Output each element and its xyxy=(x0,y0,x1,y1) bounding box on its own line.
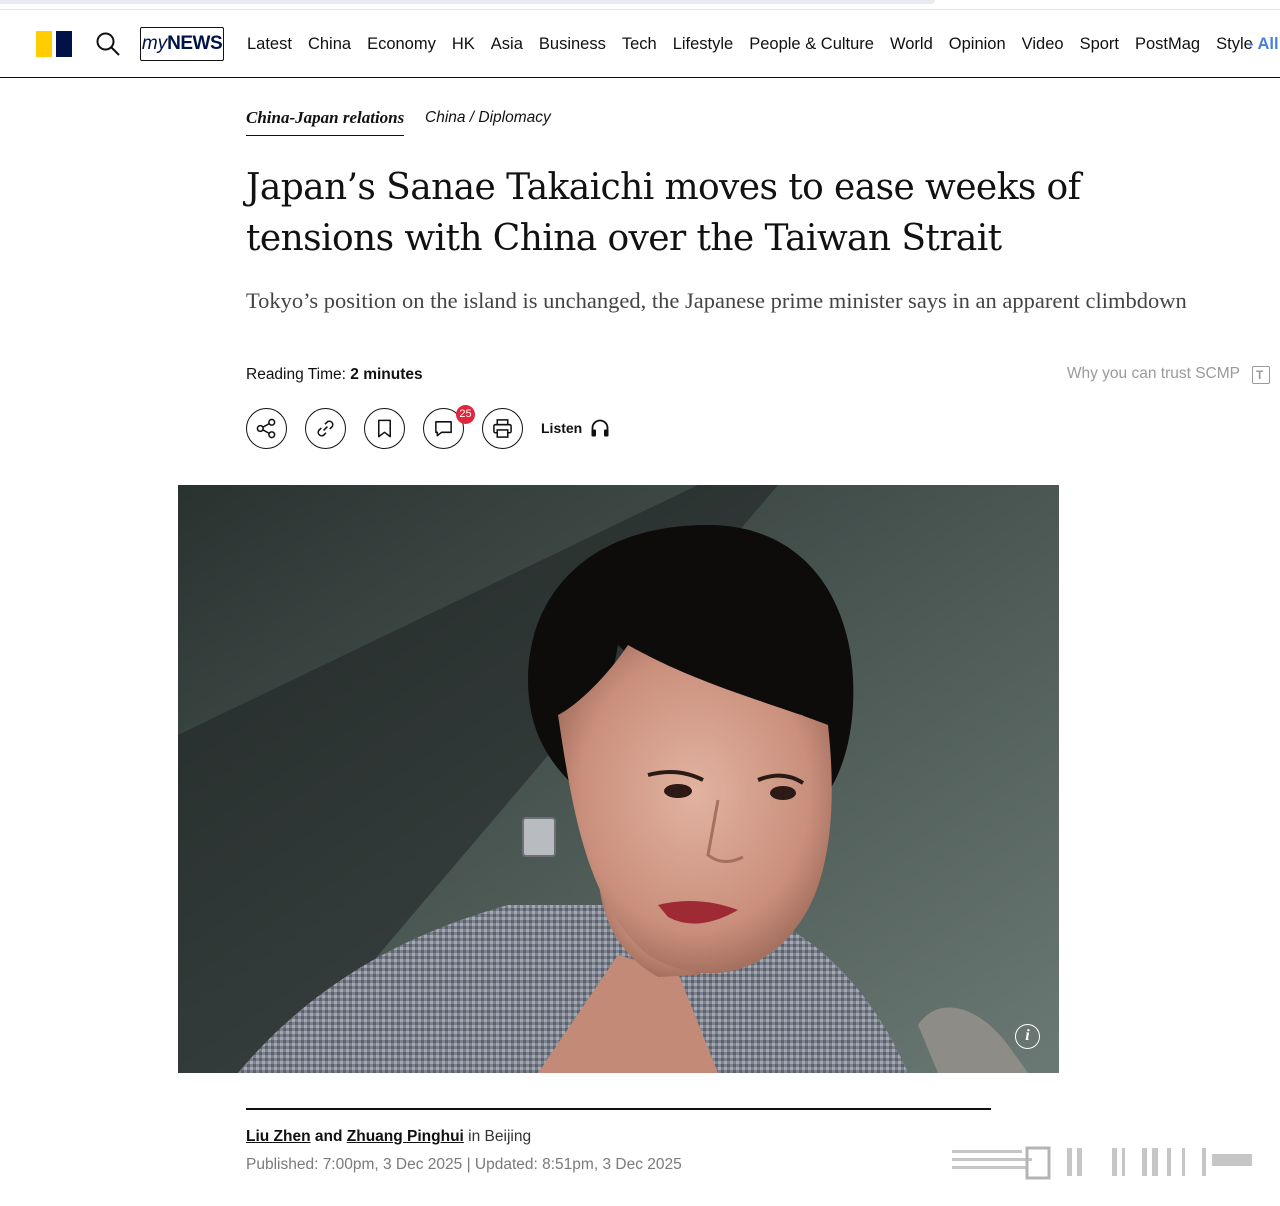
nav-economy[interactable]: Economy xyxy=(359,33,444,55)
nav-hk[interactable]: HK xyxy=(444,33,483,55)
print-icon xyxy=(493,419,512,438)
reading-time-value: 2 minutes xyxy=(350,366,423,383)
byline: Liu Zhen and Zhuang Pinghui in Beijing xyxy=(246,1128,531,1146)
tab-strip-shadow xyxy=(0,0,935,4)
nav-postmag[interactable]: PostMag xyxy=(1127,33,1208,55)
mynews-my-text: my xyxy=(141,33,168,54)
publish-dates: Published: 7:00pm, 3 Dec 2025 | Updated:… xyxy=(246,1156,682,1173)
hero-photo xyxy=(178,485,1059,1073)
scmp-logo[interactable] xyxy=(36,31,73,57)
search-icon[interactable] xyxy=(95,31,121,57)
article-subhead: Tokyo’s position on the island is unchan… xyxy=(246,288,1187,313)
nav-people-culture[interactable]: People & Culture xyxy=(741,33,882,55)
nav-lifestyle[interactable]: Lifestyle xyxy=(665,33,742,55)
link-icon xyxy=(317,420,334,437)
nav-asia[interactable]: Asia xyxy=(483,33,531,55)
image-info-icon[interactable]: i xyxy=(1015,1024,1040,1049)
comment-count-badge: 25 xyxy=(456,405,475,424)
nav-all-link[interactable]: - All xyxy=(1248,33,1279,55)
mynews-button[interactable]: myNEWS xyxy=(140,27,224,61)
nav-tech[interactable]: Tech xyxy=(614,33,665,55)
blurred-barcode-graphic xyxy=(952,1140,1252,1180)
comment-icon xyxy=(435,421,452,437)
logo-yellow-block xyxy=(36,31,52,57)
mynews-news-text: NEWS xyxy=(167,33,223,54)
reading-time: Reading Time: 2 minutes xyxy=(246,366,423,384)
site-header: myNEWS Latest China Economy HK Asia Busi… xyxy=(0,11,1280,78)
listen-button[interactable]: Listen xyxy=(541,417,610,439)
browser-top-strip xyxy=(0,0,1280,10)
nav-video[interactable]: Video xyxy=(1014,33,1072,55)
byline-conjunction: and xyxy=(314,1128,343,1145)
topic-link[interactable]: China-Japan relations xyxy=(246,108,405,136)
share-icon xyxy=(256,418,276,439)
byline-location: in Beijing xyxy=(468,1128,532,1145)
nav-sport[interactable]: Sport xyxy=(1072,33,1127,55)
nav-business[interactable]: Business xyxy=(531,33,614,55)
byline-divider xyxy=(246,1108,991,1110)
trust-icon-glyph: T xyxy=(1256,368,1264,382)
article-headline: Japan’s Sanae Takaichi moves to ease wee… xyxy=(246,167,1081,259)
nav-latest[interactable]: Latest xyxy=(239,33,300,55)
print-button[interactable] xyxy=(482,408,523,449)
headphones-icon xyxy=(591,419,609,437)
trust-link[interactable]: Why you can trust SCMP xyxy=(1067,365,1240,383)
portrait-photo xyxy=(178,485,1059,1073)
author-link-2[interactable]: Zhuang Pinghui xyxy=(347,1128,464,1145)
bookmark-button[interactable] xyxy=(364,408,405,449)
listen-label: Listen xyxy=(541,420,583,436)
share-button[interactable] xyxy=(246,408,287,449)
section-breadcrumb[interactable]: China / Diplomacy xyxy=(425,109,551,127)
main-nav: Latest China Economy HK Asia Business Te… xyxy=(239,33,1261,55)
nav-china[interactable]: China xyxy=(300,33,359,55)
nav-opinion[interactable]: Opinion xyxy=(941,33,1014,55)
copy-link-button[interactable] xyxy=(305,408,346,449)
bookmark-icon xyxy=(378,419,391,438)
trust-icon[interactable]: T xyxy=(1252,366,1270,384)
reading-time-label: Reading Time: xyxy=(246,366,346,383)
logo-navy-block xyxy=(56,31,72,57)
author-link-1[interactable]: Liu Zhen xyxy=(246,1128,311,1145)
nav-world[interactable]: World xyxy=(882,33,941,55)
